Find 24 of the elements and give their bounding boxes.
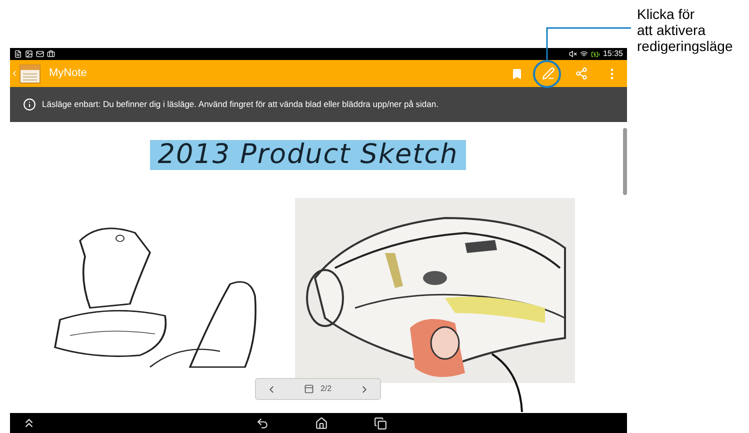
app-title: MyNote xyxy=(49,66,87,82)
clock: 15:35 xyxy=(602,50,623,58)
notebook-icon xyxy=(19,64,41,84)
mail-icon xyxy=(36,50,44,58)
highlight-ring xyxy=(533,60,561,88)
document-icon xyxy=(14,50,22,58)
wifi-icon xyxy=(580,50,588,58)
info-icon xyxy=(23,98,36,111)
recent-apps-icon[interactable] xyxy=(374,416,387,430)
chevron-left-icon xyxy=(10,69,19,78)
battery-icon xyxy=(590,50,600,58)
note-title: 2013 Product Sketch xyxy=(150,140,466,170)
pen-stroke-drawing xyxy=(490,352,526,414)
mute-icon xyxy=(568,50,577,58)
notice-text: Läsläge enbart: Du befinner dig i läsläge. Använd fingret för att vända blad eller bläddra upp/ner på sidan. xyxy=(42,98,438,111)
page-icon xyxy=(304,384,314,394)
back-icon[interactable] xyxy=(256,416,269,430)
page-counter: 2/2 xyxy=(320,383,332,395)
bag-icon xyxy=(47,50,55,58)
callout-text: Klicka för att aktivera redigeringsläge xyxy=(637,6,733,54)
back-button[interactable] xyxy=(10,64,41,84)
image-icon xyxy=(25,50,33,58)
scrollbar xyxy=(623,128,627,195)
home-icon[interactable] xyxy=(315,416,328,430)
